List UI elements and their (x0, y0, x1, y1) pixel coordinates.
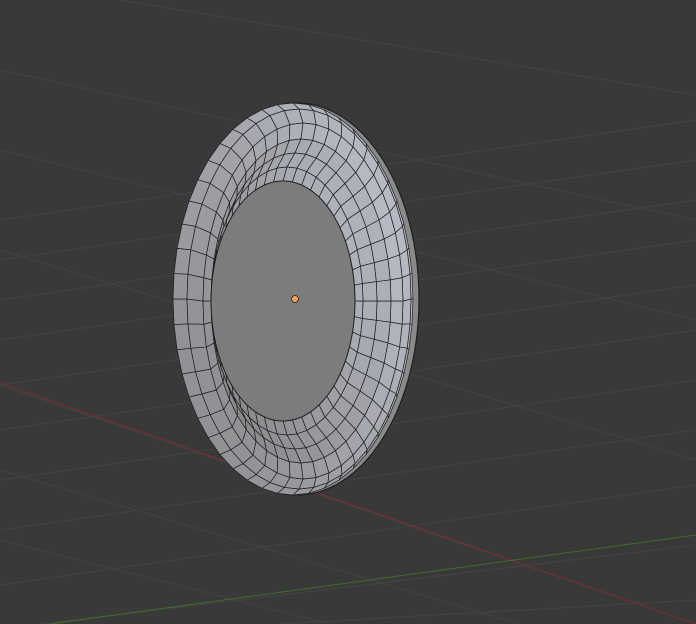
grid-line (119, 0, 696, 96)
mesh-face (361, 300, 378, 321)
mesh-face (401, 298, 412, 325)
mesh-face (354, 283, 364, 302)
mesh-face (375, 279, 392, 302)
mesh-face (186, 298, 205, 325)
mesh-face (360, 262, 377, 284)
mesh-face (202, 300, 213, 325)
mesh-face (373, 319, 391, 344)
mesh-face (187, 323, 207, 349)
mesh-face (288, 461, 304, 480)
mesh-face (401, 273, 412, 302)
mesh-face (361, 281, 378, 302)
origin-dot-icon[interactable] (291, 295, 299, 303)
hub-disc (210, 180, 356, 422)
y-axis-line (49, 534, 696, 624)
viewport-canvas[interactable] (0, 0, 696, 624)
grid-line (0, 484, 696, 586)
mesh-face (202, 277, 213, 302)
mesh-face (389, 277, 404, 302)
grid-line (279, 599, 696, 624)
mesh-face (354, 300, 364, 319)
mesh-face (186, 273, 205, 302)
3d-viewport[interactable] (0, 0, 696, 624)
mesh-face (373, 258, 391, 283)
mesh-face (389, 300, 404, 325)
mesh-face (172, 273, 189, 300)
mesh-face (375, 300, 392, 323)
mesh-face (172, 298, 189, 325)
